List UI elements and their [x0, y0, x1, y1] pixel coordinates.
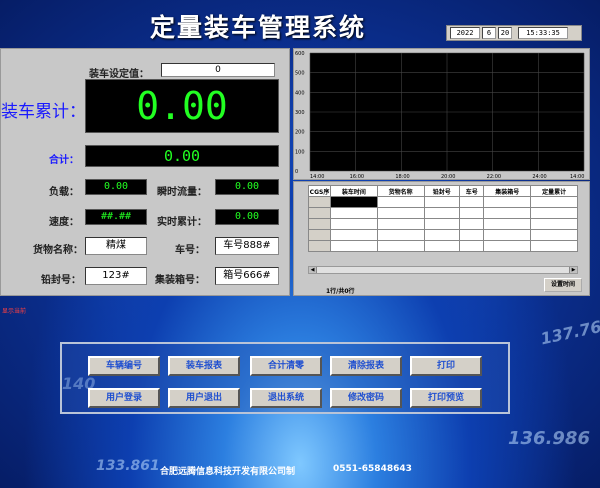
y-tick-label: 200: [295, 130, 305, 136]
x-tick-label: 22:00: [487, 174, 501, 180]
records-table: CGS序 装车时间 货物名称 铅封号 车号 集装箱号 定量累计: [308, 185, 578, 252]
seal-label: 铅封号：: [41, 275, 81, 286]
container-label: 集装箱号：: [155, 275, 205, 286]
table-row[interactable]: [308, 218, 578, 230]
page-title: 定量装车管理系统: [150, 13, 367, 42]
car-input[interactable]: 车号888#: [215, 237, 279, 255]
print-preview-button[interactable]: 打印预览: [410, 388, 482, 408]
load-display: 0.00: [85, 179, 147, 195]
col-header[interactable]: 货物名称: [376, 185, 425, 197]
time-field[interactable]: 15:33:35: [518, 27, 568, 39]
company-footer: 合肥远腾信息科技开发有限公司制: [160, 467, 296, 477]
set-time-button[interactable]: 设置时间: [544, 278, 582, 292]
x-tick-label: 14:00: [570, 174, 584, 180]
table-row[interactable]: [308, 207, 578, 219]
table-row[interactable]: [308, 196, 578, 208]
vehicle-number-button[interactable]: 车辆编号: [88, 356, 160, 376]
table-row[interactable]: [308, 240, 578, 252]
speed-label: 速度：: [49, 217, 79, 228]
clear-total-button[interactable]: 合计清零: [250, 356, 322, 376]
datetime-display: 2022 6 20 15:33:35: [446, 25, 582, 41]
day-field[interactable]: 20: [498, 27, 512, 39]
load-label: 负载：: [49, 187, 79, 198]
print-button[interactable]: 打印: [410, 356, 482, 376]
x-tick-label: 16:00: [350, 174, 364, 180]
records-panel: CGS序 装车时间 货物名称 铅封号 车号 集装箱号 定量累计 ◀ ▶ 1行/共…: [293, 181, 590, 296]
x-tick-label: 14:00: [310, 174, 324, 180]
horizontal-scrollbar[interactable]: ◀ ▶: [308, 266, 578, 274]
total-display: 0.00: [85, 79, 279, 133]
trend-chart-panel: 600 500 400 300 200 100 0 14:00 16:00 18:00 20:00…: [293, 48, 590, 180]
container-input[interactable]: 箱号666#: [215, 267, 279, 285]
realtime-display: 0.00: [215, 209, 279, 225]
sum-display: 0.00: [85, 145, 279, 167]
y-tick-label: 600: [295, 51, 305, 57]
y-tick-label: 400: [295, 90, 305, 96]
y-tick-label: 500: [295, 71, 305, 77]
realtime-label: 实时累计：: [157, 217, 207, 228]
side-note: 显示当前: [2, 308, 27, 315]
table-header-row: CGS序 装车时间 货物名称 铅封号 车号 集装箱号 定量累计: [308, 185, 578, 197]
x-tick-label: 20:00: [441, 174, 455, 180]
phone-footer: 0551-65848643: [333, 464, 412, 474]
col-header[interactable]: 车号: [459, 185, 485, 197]
trend-chart: 600 500 400 300 200 100 0 14:00 16:00 18:00 20:00…: [295, 51, 584, 180]
flow-display: 0.00: [215, 179, 279, 195]
y-tick-label: 0: [295, 169, 298, 175]
car-label: 车号：: [175, 245, 205, 256]
y-tick-label: 100: [295, 149, 305, 155]
loading-report-button[interactable]: 装车报表: [168, 356, 240, 376]
goods-input[interactable]: 精煤: [85, 237, 147, 255]
scroll-right-icon[interactable]: ▶: [569, 267, 577, 273]
setpoint-label: 装车设定值：: [89, 69, 149, 80]
col-header[interactable]: 铅封号: [423, 185, 461, 197]
bg-number: 133.861: [96, 458, 160, 474]
scroll-left-icon[interactable]: ◀: [309, 267, 317, 273]
x-tick-label: 18:00: [395, 174, 409, 180]
setpoint-input[interactable]: 0: [161, 63, 275, 77]
user-login-button[interactable]: 用户登录: [88, 388, 160, 408]
month-field[interactable]: 6: [482, 27, 496, 39]
col-header[interactable]: 集装箱号: [483, 185, 532, 197]
table-status: 1行/共0行: [326, 288, 355, 295]
change-password-button[interactable]: 修改密码: [330, 388, 402, 408]
flow-label: 瞬时流量：: [157, 187, 207, 198]
col-header[interactable]: 装车时间: [330, 185, 378, 197]
total-label: 装车累计：: [1, 102, 86, 122]
clear-report-button[interactable]: 清除报表: [330, 356, 402, 376]
col-header[interactable]: CGS序: [308, 185, 331, 197]
user-logout-button[interactable]: 用户退出: [168, 388, 240, 408]
sum-label: 合计：: [49, 155, 79, 166]
col-header[interactable]: 定量累计: [530, 185, 578, 197]
bg-number: 136.986: [508, 428, 590, 449]
exit-system-button[interactable]: 退出系统: [250, 388, 322, 408]
speed-display: ##.##: [85, 209, 147, 225]
table-row[interactable]: [308, 229, 578, 241]
x-tick-label: 24:00: [532, 174, 546, 180]
year-field[interactable]: 2022: [450, 27, 480, 39]
seal-input[interactable]: 123#: [85, 267, 147, 285]
goods-label: 货物名称：: [33, 245, 83, 256]
y-tick-label: 300: [295, 110, 305, 116]
loading-panel: 装车设定值： 0 装车累计： 0.00 合计： 0.00 负载： 0.00 瞬时…: [0, 48, 290, 296]
